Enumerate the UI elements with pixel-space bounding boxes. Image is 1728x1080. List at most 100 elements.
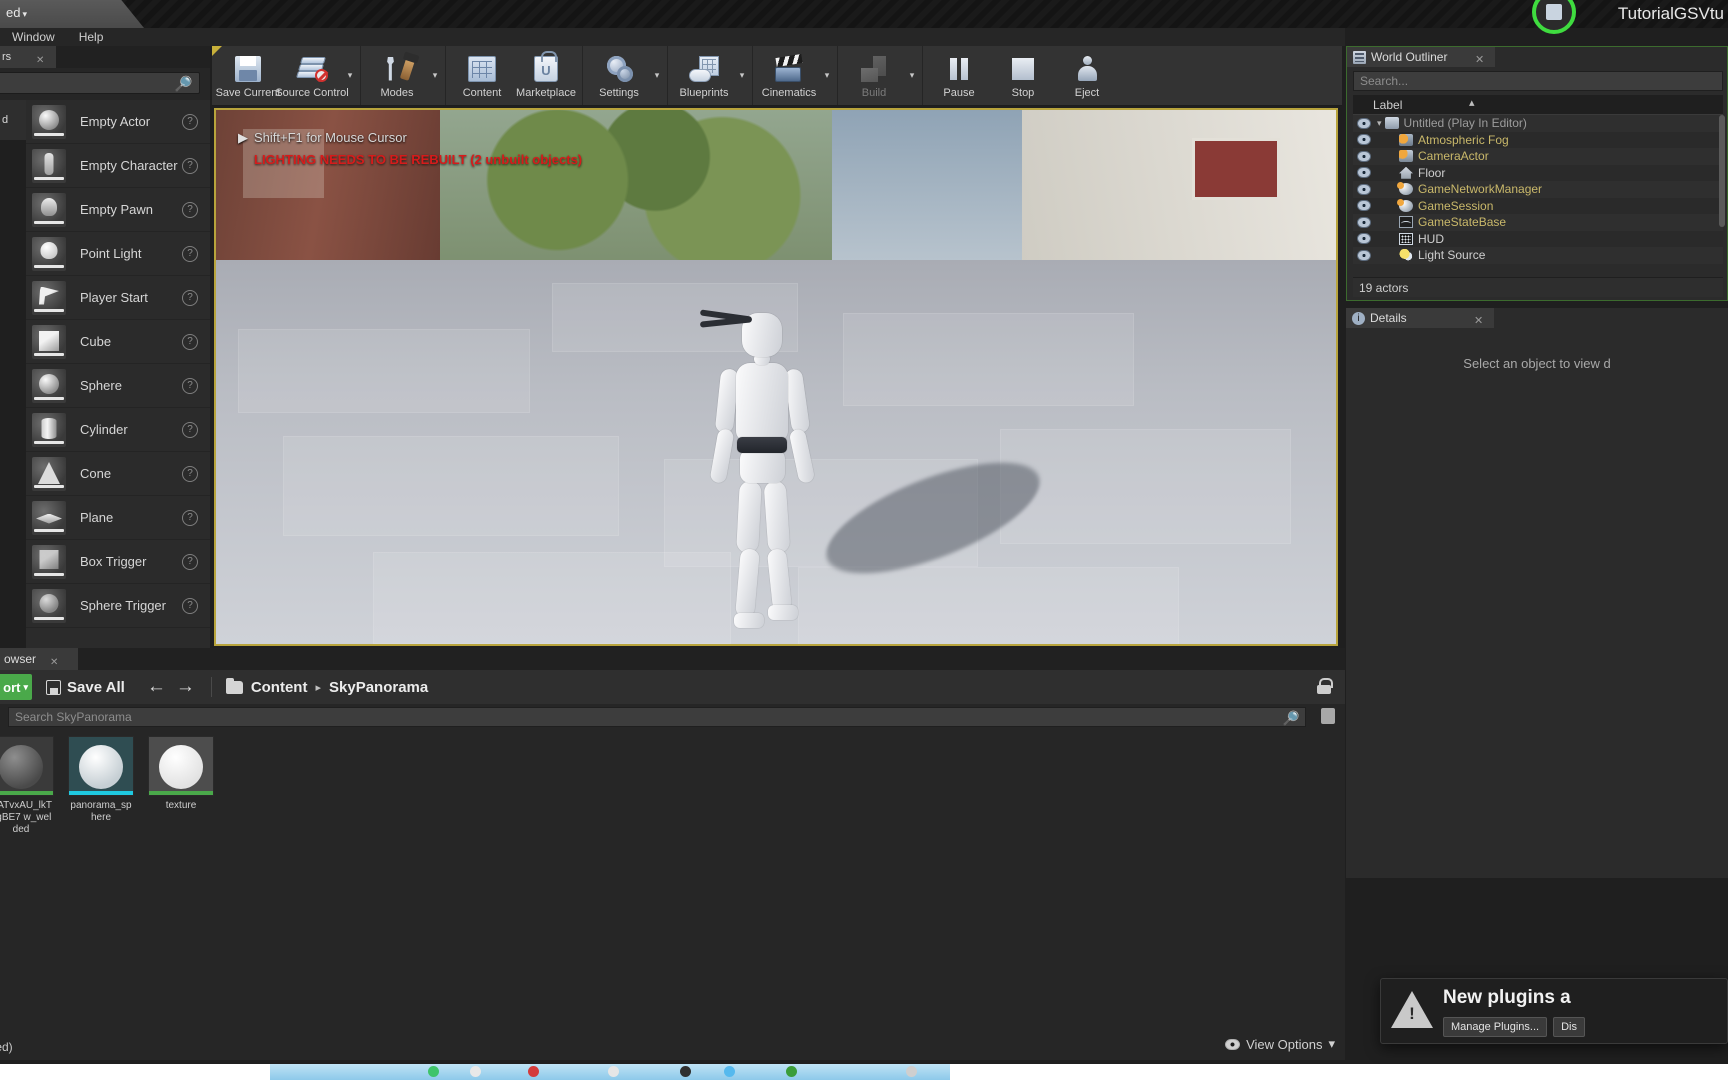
cinematics-button[interactable]: Cinematics [757,47,821,105]
place-actors-category-active[interactable]: d [0,100,26,140]
filter-save-icon[interactable] [1321,708,1335,724]
info-icon[interactable]: ? [182,421,198,438]
visibility-eye-icon[interactable] [1357,200,1371,212]
import-button[interactable]: ort ▾ [0,674,32,700]
close-icon[interactable]: ✕ [1474,311,1483,331]
nav-back-icon[interactable]: ← [147,676,166,698]
nav-forward-icon[interactable]: → [176,676,195,698]
taskbar-icon-5[interactable] [680,1066,691,1077]
list-item[interactable]: Cone ? [26,452,210,496]
list-item[interactable]: Cylinder ? [26,408,210,452]
outliner-column-header[interactable]: Label ▴ [1353,95,1723,115]
asset-item[interactable]: panorama_sphere [68,736,134,1026]
save-all-button[interactable]: Save All [46,679,125,696]
build-button[interactable]: Build [842,47,906,105]
disclosure-triangle-icon[interactable]: ▾ [1377,118,1382,129]
info-icon[interactable]: ? [182,509,198,526]
chevron-down-icon[interactable]: ▾ [22,9,27,19]
view-options-button[interactable]: View Options ▾ [1225,1036,1335,1052]
taskbar-icon-6[interactable] [724,1066,735,1077]
place-actors-list[interactable]: Empty Actor ? Empty Character ? Empty Pa… [26,100,210,648]
visibility-eye-icon[interactable] [1357,183,1371,195]
info-icon[interactable]: ? [182,333,198,350]
content-browser-tab[interactable]: owser ✕ [0,648,78,670]
list-item[interactable]: Box Trigger ? [26,540,210,584]
project-tab[interactable]: ed ▾ [0,0,144,28]
menu-help[interactable]: Help [67,30,116,44]
table-row[interactable]: GameStateBase [1353,214,1723,231]
table-row[interactable]: ▾ Untitled (Play In Editor) [1353,115,1723,132]
info-icon[interactable]: ? [182,113,198,130]
list-item[interactable]: Sphere Trigger ? [26,584,210,628]
save-current-button[interactable]: Save Current [216,47,280,105]
marketplace-button[interactable]: Marketplace [514,47,578,105]
visibility-eye-icon[interactable] [1357,167,1371,179]
info-icon[interactable]: ? [182,553,198,570]
table-row[interactable]: Floor [1353,164,1723,181]
settings-dropdown-icon[interactable]: ▾ [651,47,663,105]
list-item[interactable]: Sphere ? [26,364,210,408]
info-icon[interactable]: ? [182,465,198,482]
place-actors-tab[interactable]: rs ✕ [0,46,56,68]
taskbar-icon-2[interactable] [470,1066,481,1077]
list-item[interactable]: Cube ? [26,320,210,364]
taskbar-icon-3[interactable] [528,1066,539,1077]
asset-thumbnail[interactable] [0,736,54,796]
asset-thumbnail[interactable] [68,736,134,796]
chevron-up-icon[interactable]: ▴ [1469,93,1475,113]
breadcrumb-skypanorama[interactable]: SkyPanorama [329,679,428,696]
source-control-dropdown-icon[interactable]: ▾ [344,47,356,105]
visibility-eye-icon[interactable] [1357,150,1371,162]
taskbar-icon-1[interactable] [428,1066,439,1077]
outliner-list[interactable]: ▾ Untitled (Play In Editor) Atmospheric … [1353,115,1723,275]
stop-button[interactable]: Stop [991,47,1055,105]
blueprints-button[interactable]: Blueprints [672,47,736,105]
source-control-button[interactable]: Source Control [275,47,349,105]
outliner-search-input[interactable]: Search... [1353,71,1723,91]
visibility-eye-icon[interactable] [1357,249,1371,261]
taskbar-icon-8[interactable] [906,1066,917,1077]
info-icon[interactable]: ? [182,201,198,218]
place-actors-search-input[interactable]: 🔍 [0,72,200,94]
info-icon[interactable]: ? [182,157,198,174]
world-outliner-tab[interactable]: World Outliner ✕ [1347,47,1495,67]
breadcrumb-content[interactable]: Content [251,679,308,696]
manage-plugins-button[interactable]: Manage Plugins... [1443,1017,1548,1037]
asset-grid[interactable]: lkATvxAU_lkTagBE7 w_welded panorama_sphe… [0,736,1345,1026]
blueprints-dropdown-icon[interactable]: ▾ [736,47,748,105]
plugins-notification[interactable]: ! New plugins a Manage Plugins... Dis [1380,978,1728,1044]
asset-thumbnail[interactable] [148,736,214,796]
table-row[interactable]: Atmospheric Fog [1353,131,1723,148]
table-row[interactable]: GameSession [1353,197,1723,214]
modes-dropdown-icon[interactable]: ▾ [429,47,441,105]
content-button[interactable]: Content [450,47,514,105]
cinematics-dropdown-icon[interactable]: ▾ [821,47,833,105]
list-item[interactable]: Plane ? [26,496,210,540]
visibility-eye-icon[interactable] [1357,216,1371,228]
chevron-down-icon[interactable]: ▾ [23,682,28,693]
pause-button[interactable]: Pause [927,47,991,105]
visibility-eye-icon[interactable] [1357,233,1371,245]
list-item[interactable]: Empty Character ? [26,144,210,188]
outliner-scrollbar[interactable] [1719,115,1725,227]
info-icon[interactable]: ? [182,245,198,262]
details-tab[interactable]: i Details ✕ [1346,308,1494,328]
info-icon[interactable]: ? [182,289,198,306]
menu-window[interactable]: Window [0,30,67,44]
table-row[interactable]: HUD [1353,230,1723,247]
table-row[interactable]: CameraActor [1353,148,1723,165]
folder-icon[interactable] [225,677,243,694]
asset-item[interactable]: lkATvxAU_lkTagBE7 w_welded [0,736,54,1026]
close-icon[interactable]: ✕ [36,50,44,72]
taskbar-icon-4[interactable] [608,1066,619,1077]
dismiss-button[interactable]: Dis [1553,1017,1585,1037]
settings-button[interactable]: Settings [587,47,651,105]
content-browser-search-input[interactable]: Search SkyPanorama 🔍 [8,707,1306,727]
table-row[interactable]: Light Source [1353,247,1723,264]
list-item[interactable]: Point Light ? [26,232,210,276]
list-item[interactable]: Player Start ? [26,276,210,320]
table-row[interactable]: GameNetworkManager [1353,181,1723,198]
modes-button[interactable]: Modes [365,47,429,105]
asset-item[interactable]: texture [148,736,214,1026]
tutorial-tab[interactable]: TutorialGSVtu [1618,0,1728,28]
